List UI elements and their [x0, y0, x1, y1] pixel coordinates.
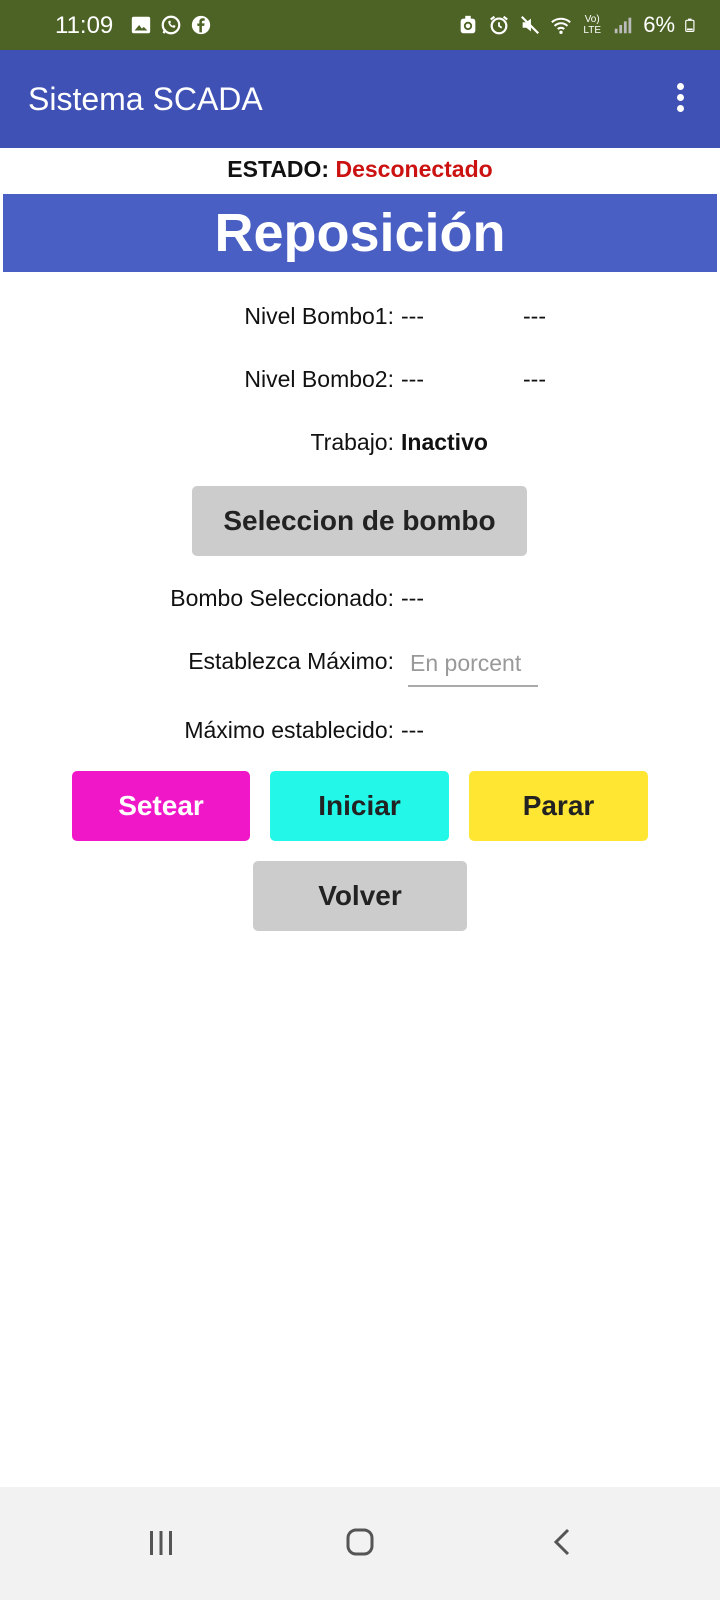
battery-percent: 6% [643, 12, 675, 37]
app-title: Sistema SCADA [28, 81, 263, 117]
battery-icon [685, 18, 695, 32]
estado-label: ESTADO: [227, 156, 330, 182]
notification-icons [130, 14, 212, 36]
parar-button[interactable]: Parar [469, 771, 648, 841]
sync-icon [460, 15, 476, 34]
nivel-bombo2-row: Nivel Bombo2: --- --- [0, 366, 720, 400]
recents-icon[interactable] [147, 1529, 175, 1557]
home-icon[interactable] [345, 1527, 375, 1557]
signal-icon [614, 17, 632, 34]
nivel-bombo2-value: --- [401, 366, 424, 392]
maximo-establecido-row: Máximo establecido: --- [0, 717, 720, 751]
trabajo-label: Trabajo: [310, 429, 394, 455]
whatsapp-icon [161, 15, 181, 35]
seleccion-bombo-button[interactable]: Seleccion de bombo [192, 486, 527, 556]
trabajo-value: Inactivo [401, 429, 488, 455]
iniciar-button[interactable]: Iniciar [270, 771, 449, 841]
back-icon[interactable] [548, 1527, 578, 1557]
setear-button[interactable]: Setear [72, 771, 250, 841]
status-time: 11:09 [55, 12, 114, 39]
maximo-establecido-label: Máximo establecido: [184, 717, 394, 743]
wifi-icon [551, 17, 572, 34]
bombo-seleccionado-value: --- [401, 585, 424, 611]
maximo-establecido-value: --- [401, 717, 424, 743]
volver-button[interactable]: Volver [253, 861, 467, 931]
navigation-bar [0, 1487, 720, 1600]
alarm-icon [490, 15, 509, 35]
page-title: Reposición [3, 194, 717, 272]
mute-icon [521, 15, 540, 35]
more-vert-icon[interactable] [668, 83, 692, 115]
nivel-bombo1-label: Nivel Bombo1: [244, 303, 394, 329]
bombo-seleccionado-label: Bombo Seleccionado: [170, 585, 394, 611]
nivel-bombo2-label: Nivel Bombo2: [244, 366, 394, 392]
maximo-input[interactable] [408, 641, 538, 687]
facebook-icon [191, 15, 211, 35]
estado-value: Desconectado [335, 156, 493, 182]
app-bar: Sistema SCADA [0, 50, 720, 148]
nivel-bombo1-value2: --- [523, 303, 546, 329]
nivel-bombo1-row: Nivel Bombo1: --- --- [0, 303, 720, 337]
connection-status: ESTADO: Desconectado [0, 156, 720, 183]
gallery-icon [131, 16, 151, 34]
system-icons: Vo) LTE 6% [457, 12, 698, 38]
status-bar: 11:09 Vo) LTE 6% [0, 0, 720, 50]
trabajo-row: Trabajo: Inactivo [0, 429, 720, 463]
establezca-maximo-label: Establezca Máximo: [188, 648, 394, 674]
establezca-maximo-row: Establezca Máximo: [0, 648, 720, 682]
volte-label: Vo) LTE [583, 14, 601, 36]
bombo-seleccionado-row: Bombo Seleccionado: --- [0, 585, 720, 619]
nivel-bombo1-value: --- [401, 303, 424, 329]
nivel-bombo2-value2: --- [523, 366, 546, 392]
